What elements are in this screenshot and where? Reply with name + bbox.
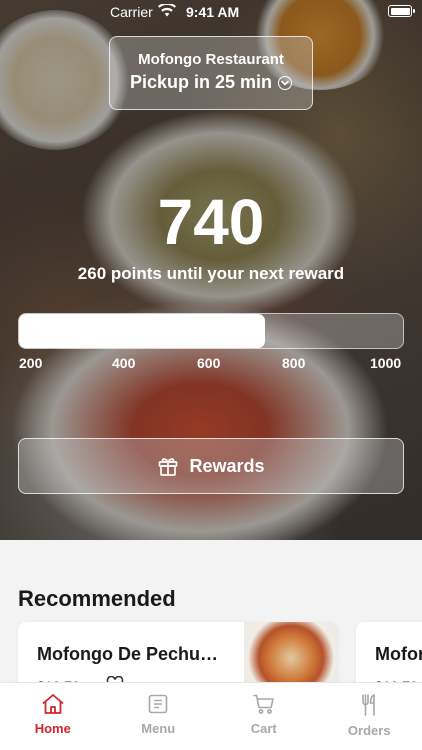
rewards-progress-fill bbox=[19, 314, 265, 348]
rewards-button[interactable]: Rewards bbox=[18, 438, 404, 494]
tab-label: Cart bbox=[250, 721, 277, 736]
progress-tick-labels: 200 400 600 800 1000 bbox=[0, 355, 422, 375]
home-icon bbox=[42, 694, 64, 714]
tab-label: Orders bbox=[347, 723, 391, 738]
tick-label: 800 bbox=[282, 355, 306, 371]
menu-icon bbox=[148, 694, 168, 714]
points-balance: 740 bbox=[157, 186, 265, 258]
hero-section: Carrier 9:41 AM Mofongo Restaurant Picku… bbox=[0, 0, 422, 540]
battery-icon bbox=[388, 5, 415, 17]
carrier-label: Carrier bbox=[110, 4, 153, 20]
rewards-progress-bar bbox=[18, 313, 404, 349]
tick-label: 600 bbox=[197, 355, 221, 371]
pickup-time-row: Pickup in 25 min bbox=[110, 72, 312, 93]
points-until-reward: 260 points until your next reward bbox=[77, 264, 345, 283]
item-name: Mofor bbox=[375, 644, 422, 664]
gift-icon bbox=[159, 458, 178, 476]
orders-icon bbox=[362, 693, 376, 716]
wifi-icon bbox=[158, 4, 176, 17]
tick-label: 1000 bbox=[370, 355, 402, 371]
chevron-down-circle-icon bbox=[278, 75, 293, 90]
tick-label: 400 bbox=[112, 355, 136, 371]
bottom-tab-bar: Home Menu Cart Orders bbox=[0, 682, 422, 750]
store-selector-button[interactable]: Mofongo Restaurant Pickup in 25 min bbox=[109, 36, 313, 110]
clock-time: 9:41 AM bbox=[186, 4, 240, 20]
tab-home[interactable]: Home bbox=[0, 683, 106, 750]
item-name: Mofongo De Pechu… bbox=[37, 644, 218, 664]
tab-menu[interactable]: Menu bbox=[106, 683, 212, 750]
tab-cart[interactable]: Cart bbox=[211, 683, 317, 750]
tab-label: Menu bbox=[141, 721, 176, 736]
cart-icon bbox=[253, 694, 274, 714]
tab-label: Home bbox=[34, 721, 71, 736]
recommended-title: Recommended bbox=[18, 586, 176, 611]
tick-label: 200 bbox=[19, 355, 43, 371]
store-name: Mofongo Restaurant bbox=[138, 51, 284, 68]
rewards-button-label: Rewards bbox=[189, 455, 265, 476]
pickup-time: Pickup in 25 min bbox=[129, 72, 273, 92]
status-bar: Carrier 9:41 AM bbox=[0, 0, 422, 24]
tab-orders[interactable]: Orders bbox=[317, 683, 422, 750]
